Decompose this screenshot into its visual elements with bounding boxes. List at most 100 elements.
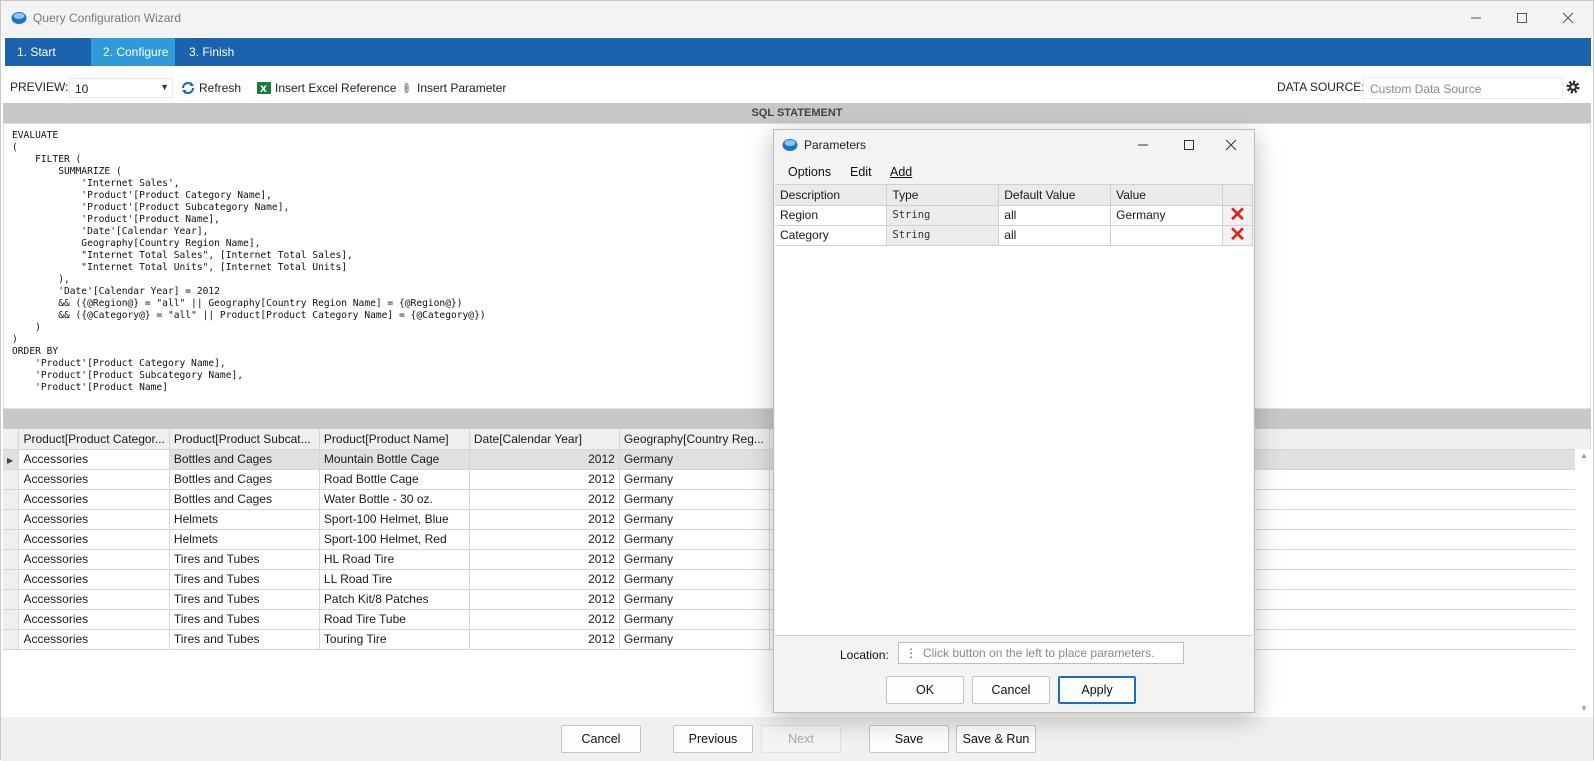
table-cell[interactable]: Tires and Tubes (169, 569, 320, 590)
table-cell[interactable]: Tires and Tubes (169, 549, 320, 570)
table-cell[interactable]: LL Road Tire (319, 569, 470, 590)
table-cell[interactable]: Helmets (169, 509, 320, 530)
menu-add[interactable]: Add (890, 165, 912, 179)
table-cell[interactable]: 2012 (469, 569, 620, 590)
param-value[interactable] (1110, 225, 1223, 246)
row-header[interactable] (3, 589, 20, 610)
location-input[interactable]: ⋮ Click button on the left to place param… (898, 642, 1184, 664)
table-cell[interactable]: 2012 (469, 629, 620, 650)
table-cell[interactable]: Germany (619, 529, 770, 550)
delete-parameter-button[interactable]: ✕ (1222, 205, 1253, 226)
grid-column-header[interactable]: Date[Calendar Year] (469, 429, 620, 450)
table-cell[interactable]: Germany (619, 609, 770, 630)
param-description[interactable]: Region (775, 205, 888, 226)
table-cell[interactable]: 2012 (469, 609, 620, 630)
row-header[interactable] (3, 629, 20, 650)
row-header[interactable] (3, 509, 20, 530)
refresh-button[interactable]: Refresh (181, 77, 241, 99)
table-cell[interactable]: Water Bottle - 30 oz. (319, 489, 470, 510)
row-header[interactable] (3, 549, 20, 570)
maximize-button[interactable] (1499, 1, 1545, 35)
minimize-button[interactable] (1453, 1, 1499, 35)
table-cell[interactable]: Germany (619, 629, 770, 650)
table-cell[interactable]: Accessories (18, 469, 170, 490)
vertical-scrollbar[interactable]: ▲ ▼ (1575, 449, 1593, 715)
menu-edit[interactable]: Edit (850, 165, 872, 179)
table-cell[interactable]: Germany (619, 549, 770, 570)
menu-options[interactable]: Options (788, 165, 831, 179)
table-cell[interactable]: 2012 (469, 489, 620, 510)
table-cell[interactable]: 2012 (469, 449, 620, 470)
table-cell[interactable]: Germany (619, 589, 770, 610)
table-cell[interactable]: Germany (619, 569, 770, 590)
row-header[interactable] (3, 609, 20, 630)
table-cell[interactable]: Road Tire Tube (319, 609, 470, 630)
table-cell[interactable]: Bottles and Cages (169, 449, 320, 470)
table-cell[interactable]: Accessories (18, 449, 170, 470)
grid-column-header[interactable]: Product[Product Name] (319, 429, 470, 450)
table-cell[interactable]: Sport-100 Helmet, Blue (319, 509, 470, 530)
tab-start[interactable]: 1. Start (5, 38, 89, 66)
table-cell[interactable]: Tires and Tubes (169, 589, 320, 610)
insert-parameter-button[interactable]: Insert Parameter (403, 77, 506, 99)
param-column-header[interactable]: Description (775, 185, 888, 206)
save-button[interactable]: Save (869, 725, 949, 753)
dialog-maximize-button[interactable] (1166, 130, 1212, 160)
table-cell[interactable]: Accessories (18, 489, 170, 510)
table-cell[interactable]: Tires and Tubes (169, 629, 320, 650)
table-cell[interactable]: Mountain Bottle Cage (319, 449, 470, 470)
param-column-header[interactable]: Default Value (998, 185, 1112, 206)
next-button[interactable]: Next (761, 725, 841, 753)
row-header[interactable] (3, 469, 20, 490)
table-cell[interactable]: Helmets (169, 529, 320, 550)
grid-column-header[interactable]: Product[Product Subcat... (169, 429, 320, 450)
param-column-header[interactable]: Value (1110, 185, 1223, 206)
table-cell[interactable]: Germany (619, 449, 770, 470)
row-header[interactable] (3, 529, 20, 550)
table-cell[interactable]: 2012 (469, 589, 620, 610)
table-cell[interactable]: Bottles and Cages (169, 469, 320, 490)
preview-select[interactable]: 10 ▼ (69, 78, 173, 98)
previous-button[interactable]: Previous (673, 725, 753, 753)
apply-button[interactable]: Apply (1058, 676, 1136, 704)
table-cell[interactable]: Germany (619, 489, 770, 510)
row-header[interactable] (3, 489, 20, 510)
table-cell[interactable]: HL Road Tire (319, 549, 470, 570)
table-cell[interactable]: Sport-100 Helmet, Red (319, 529, 470, 550)
table-cell[interactable]: Touring Tire (319, 629, 470, 650)
cancel-button[interactable]: Cancel (561, 725, 641, 753)
table-cell[interactable]: Patch Kit/8 Patches (319, 589, 470, 610)
save-and-run-button[interactable]: Save & Run (956, 725, 1036, 753)
delete-parameter-button[interactable]: ✕ (1222, 225, 1253, 246)
grid-column-header[interactable]: Geography[Country Reg... (619, 429, 770, 450)
table-cell[interactable]: Accessories (18, 549, 170, 570)
datasource-input[interactable]: Custom Data Source (1363, 77, 1563, 99)
table-cell[interactable]: Road Bottle Cage (319, 469, 470, 490)
insert-excel-reference-button[interactable]: X Insert Excel Reference (257, 77, 396, 99)
table-cell[interactable]: Germany (619, 469, 770, 490)
param-description[interactable]: Category (775, 225, 888, 246)
param-default-value[interactable]: all (998, 225, 1112, 246)
ok-button[interactable]: OK (886, 676, 964, 704)
table-cell[interactable]: 2012 (469, 509, 620, 530)
dialog-cancel-button[interactable]: Cancel (972, 676, 1050, 704)
table-cell[interactable]: Accessories (18, 569, 170, 590)
param-column-header[interactable]: Type (886, 185, 1000, 206)
dialog-close-button[interactable] (1208, 130, 1254, 160)
table-cell[interactable]: Bottles and Cages (169, 489, 320, 510)
table-cell[interactable]: Accessories (18, 609, 170, 630)
row-header[interactable]: ▶ (3, 449, 20, 470)
tab-configure[interactable]: 2. Configure (91, 38, 175, 66)
table-cell[interactable]: Accessories (18, 589, 170, 610)
param-type[interactable]: String (886, 225, 1000, 246)
table-cell[interactable]: Germany (619, 509, 770, 530)
grid-column-header[interactable]: Product[Product Categor... (18, 429, 170, 450)
table-cell[interactable]: Accessories (18, 629, 170, 650)
param-value[interactable]: Germany (1110, 205, 1223, 226)
table-cell[interactable]: Tires and Tubes (169, 609, 320, 630)
row-header[interactable] (3, 569, 20, 590)
table-cell[interactable]: Accessories (18, 509, 170, 530)
table-cell[interactable]: Accessories (18, 529, 170, 550)
table-cell[interactable]: 2012 (469, 469, 620, 490)
param-default-value[interactable]: all (998, 205, 1112, 226)
